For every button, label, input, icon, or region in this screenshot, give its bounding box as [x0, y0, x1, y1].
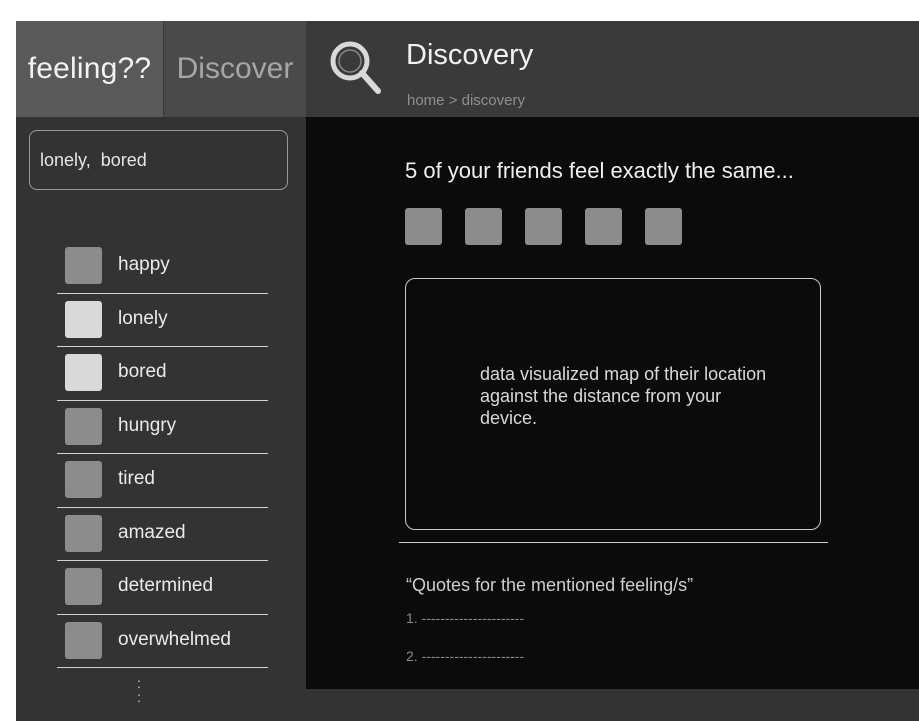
feeling-item-happy[interactable]: happy: [57, 240, 268, 294]
main-header: Discovery home > discovery: [306, 21, 919, 117]
bottom-bar: [306, 689, 919, 721]
feeling-checkbox[interactable]: [65, 514, 102, 552]
feeling-label: amazed: [118, 521, 186, 543]
feeling-checkbox[interactable]: [65, 407, 102, 445]
feeling-item-overwhelmed[interactable]: overwhelmed: [57, 615, 268, 668]
tab-discover-label: Discover: [176, 52, 294, 85]
feeling-item-lonely[interactable]: lonely: [57, 294, 268, 347]
feeling-item-hungry[interactable]: hungry: [57, 401, 268, 454]
feeling-label: determined: [118, 575, 214, 596]
tab-discover[interactable]: Discover: [164, 21, 306, 117]
friend-avatar[interactable]: [465, 208, 502, 245]
feeling-item-bored[interactable]: bored: [57, 347, 268, 401]
friends-location-map[interactable]: data visualized map of their location ag…: [405, 278, 821, 530]
feeling-item-amazed[interactable]: amazed: [57, 508, 268, 561]
quote-item: 1. ----------------------: [406, 610, 525, 626]
feeling-checkbox[interactable]: [65, 568, 102, 605]
feeling-checkbox[interactable]: [65, 354, 102, 391]
feeling-label: overwhelmed: [118, 628, 231, 650]
feeling-label: hungry: [118, 414, 177, 436]
friend-avatar[interactable]: [405, 208, 442, 245]
tab-feeling[interactable]: feeling??: [16, 21, 163, 117]
quotes-title: “Quotes for the mentioned feeling/s”: [406, 575, 694, 595]
tab-feeling-label: feeling??: [27, 52, 152, 85]
feeling-list: happy lonely bored hungry tired amazed d…: [57, 240, 268, 668]
feeling-search-value: lonely, bored: [40, 149, 147, 170]
feeling-checkbox[interactable]: [65, 621, 102, 659]
section-divider: [399, 542, 828, 543]
page-title: Discovery: [406, 39, 534, 71]
feeling-checkbox[interactable]: [65, 461, 102, 498]
sidebar: feeling?? Discover lonely, bored happy l…: [16, 21, 306, 721]
search-icon[interactable]: [326, 37, 386, 97]
more-feelings-indicator: : :: [137, 675, 141, 705]
feeling-label: lonely: [118, 307, 168, 329]
feeling-checkbox[interactable]: [65, 247, 102, 284]
friend-avatar[interactable]: [645, 208, 682, 245]
feeling-item-determined[interactable]: determined: [57, 561, 268, 615]
app-frame: feeling?? Discover lonely, bored happy l…: [16, 21, 919, 721]
feeling-label: bored: [118, 361, 167, 382]
feeling-label: tired: [118, 468, 155, 489]
feeling-item-tired[interactable]: tired: [57, 454, 268, 508]
feeling-checkbox[interactable]: [65, 300, 102, 338]
feeling-label: happy: [118, 254, 170, 275]
friend-avatar[interactable]: [585, 208, 622, 245]
friend-avatar[interactable]: [525, 208, 562, 245]
friend-avatar-row: [405, 208, 705, 245]
map-placeholder-text: data visualized map of their location ag…: [480, 364, 767, 428]
friends-heading: 5 of your friends feel exactly the same.…: [405, 158, 794, 183]
feeling-search-input[interactable]: lonely, bored: [29, 130, 288, 190]
breadcrumb[interactable]: home > discovery: [407, 92, 525, 109]
quote-item: 2. ----------------------: [406, 648, 525, 664]
